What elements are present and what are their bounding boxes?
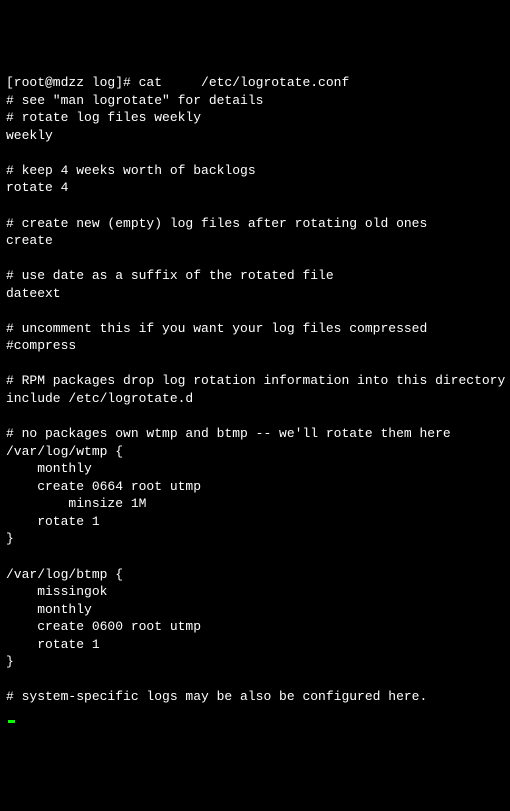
- shell-prompt: [root@mdzz log]# cat /etc/logrotate.conf: [6, 75, 349, 90]
- cursor: [8, 720, 15, 723]
- file-content: # see "man logrotate" for details # rota…: [6, 93, 505, 705]
- terminal-output[interactable]: [root@mdzz log]# cat /etc/logrotate.conf…: [6, 74, 504, 723]
